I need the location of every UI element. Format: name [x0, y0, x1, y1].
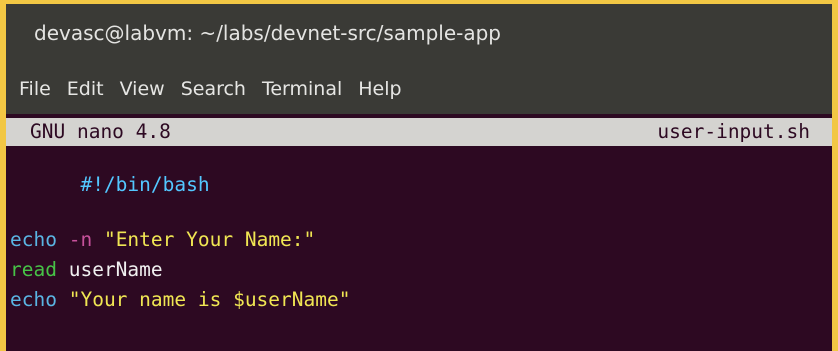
- code-line-3[interactable]: echo -n "Enter Your Name:": [10, 228, 315, 251]
- window-title: devasc@labvm: ~/labs/devnet-src/sample-a…: [34, 21, 501, 45]
- code-line-1[interactable]: #!/bin/bash: [10, 150, 210, 219]
- flag-n: -n: [68, 228, 93, 251]
- echo-keyword: echo: [10, 288, 57, 311]
- menu-edit[interactable]: Edit: [67, 78, 104, 100]
- code-line-5[interactable]: echo "Your name is $userName": [10, 288, 350, 311]
- nano-filename: user-input.sh: [657, 120, 810, 143]
- terminal-area[interactable]: GNU nano 4.8 user-input.sh #!/bin/bash e…: [6, 114, 832, 351]
- menu-terminal[interactable]: Terminal: [262, 78, 342, 100]
- output-string: "Your name is $userName": [68, 288, 351, 311]
- read-keyword: read: [10, 258, 57, 281]
- variable-name: userName: [68, 258, 163, 281]
- title-bar[interactable]: devasc@labvm: ~/labs/devnet-src/sample-a…: [6, 4, 832, 64]
- menu-search[interactable]: Search: [181, 78, 246, 100]
- menu-bar: File Edit View Search Terminal Help: [6, 64, 832, 114]
- shebang: #!/bin/bash: [80, 173, 210, 196]
- menu-help[interactable]: Help: [358, 78, 401, 100]
- terminal-window: devasc@labvm: ~/labs/devnet-src/sample-a…: [6, 4, 832, 351]
- prompt-string: "Enter Your Name:": [103, 228, 316, 251]
- nano-version: GNU nano 4.8: [30, 120, 171, 143]
- menu-view[interactable]: View: [120, 78, 165, 100]
- code-line-4[interactable]: read userName: [10, 258, 163, 281]
- nano-header-bar: GNU nano 4.8 user-input.sh: [6, 118, 832, 146]
- echo-keyword: echo: [10, 228, 57, 251]
- menu-file[interactable]: File: [19, 78, 51, 100]
